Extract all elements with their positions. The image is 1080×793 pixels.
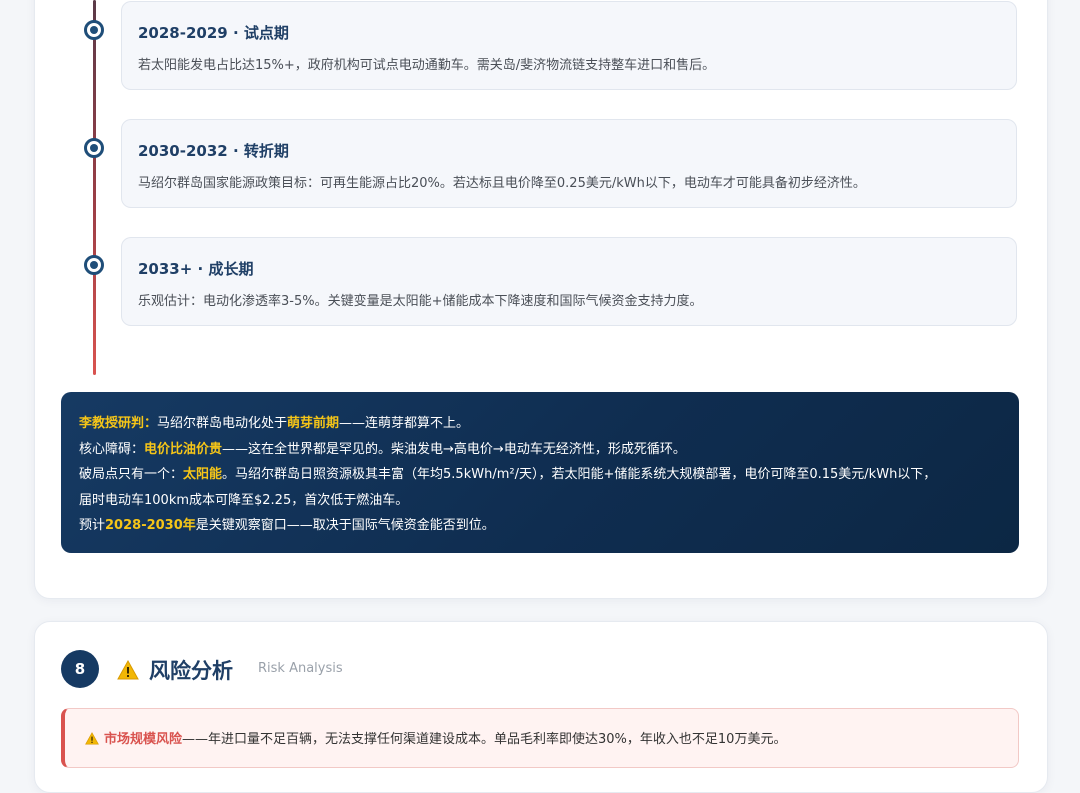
verdict-highlight: 2028-2030年 [105,518,196,533]
verdict-highlight: 太阳能 [183,467,223,482]
warning-icon [117,660,139,680]
risk-item: 市场规模风险——年进口量不足百辆，无法支撑任何渠道建设成本。单品毛利率即使达30… [61,708,1019,768]
verdict-text: ——这在全世界都是罕见的。柴油发电→高电价→电动车无经济性，形成死循环。 [222,441,686,457]
timeline-item-title: 2033+ · 成长期 [138,260,254,278]
verdict-line: 破局点只有一个：太阳能。马绍尔群岛日照资源极其丰富（年均5.5kWh/m²/天）… [79,462,1001,488]
verdict-author: 李教授研判： [79,416,158,431]
timeline-item: 2033+ · 成长期 乐观估计：电动化渗透率3-5%。关键变量是太阳能+储能成… [121,237,1017,326]
timeline-line [93,0,96,375]
timeline-item-desc: 乐观估计：电动化渗透率3-5%。关键变量是太阳能+储能成本下降速度和国际气候资金… [138,294,703,309]
section-title: 风险分析 [149,659,233,683]
verdict-highlight: 电价比油价贵 [144,441,223,457]
verdict-text: 。马绍尔群岛日照资源极其丰富（年均5.5kWh/m²/天），若太阳能+储能系统大… [222,467,937,482]
verdict-text: 破局点只有一个： [79,467,184,482]
risk-item-line: 市场规模风险——年进口量不足百辆，无法支撑任何渠道建设成本。单品毛利率即使达30… [85,728,786,747]
verdict-line: 预计2028-2030年是关键观察窗口——取决于国际气候资金能否到位。 [79,513,1001,539]
verdict-text: 核心障碍： [79,441,145,457]
timeline-item-desc: 马绍尔群岛国家能源政策目标：可再生能源占比20%。若达标且电价降至0.25美元/… [138,176,866,191]
timeline-item: 2028-2029 · 试点期 若太阳能发电占比达15%+，政府机构可试点电动通… [121,1,1017,90]
verdict-text: 预计 [79,518,106,533]
timeline-item-title: 2028-2029 · 试点期 [138,24,289,42]
section-subtitle: Risk Analysis [258,661,343,676]
verdict-text: ——连萌芽都算不上。 [339,416,470,431]
timeline-item-title: 2030-2032 · 转折期 [138,142,289,160]
verdict-line: 核心障碍：电价比油价贵——这在全世界都是罕见的。柴油发电→高电价→电动车无经济性… [79,437,1001,463]
timeline-item-desc: 若太阳能发电占比达15%+，政府机构可试点电动通勤车。需关岛/斐济物流链支持整车… [138,58,716,73]
verdict-line: 届时电动车100km成本可降至$2.25，首次低于燃油车。 [79,492,409,508]
verdict-text: 是关键观察窗口——取决于国际气候资金能否到位。 [195,518,495,533]
risk-item-text: ——年进口量不足百辆，无法支撑任何渠道建设成本。单品毛利率即使达30%，年收入也… [182,732,787,747]
timeline-dot [84,255,104,275]
verdict-line: 李教授研判：马绍尔群岛电动化处于萌芽前期——连萌芽都算不上。 [79,411,1001,437]
risk-item-name: 市场规模风险 [104,732,183,747]
verdict-text: 马绍尔群岛电动化处于 [157,416,288,431]
timeline-item: 2030-2032 · 转折期 马绍尔群岛国家能源政策目标：可再生能源占比20%… [121,119,1017,208]
verdict-highlight: 萌芽前期 [287,416,340,431]
timeline-dot [84,138,104,158]
timeline-dot [84,20,104,40]
section-number-badge: 8 [61,650,99,688]
warning-icon [85,732,99,745]
expert-verdict-box: 李教授研判：马绍尔群岛电动化处于萌芽前期——连萌芽都算不上。 核心障碍：电价比油… [61,392,1019,553]
